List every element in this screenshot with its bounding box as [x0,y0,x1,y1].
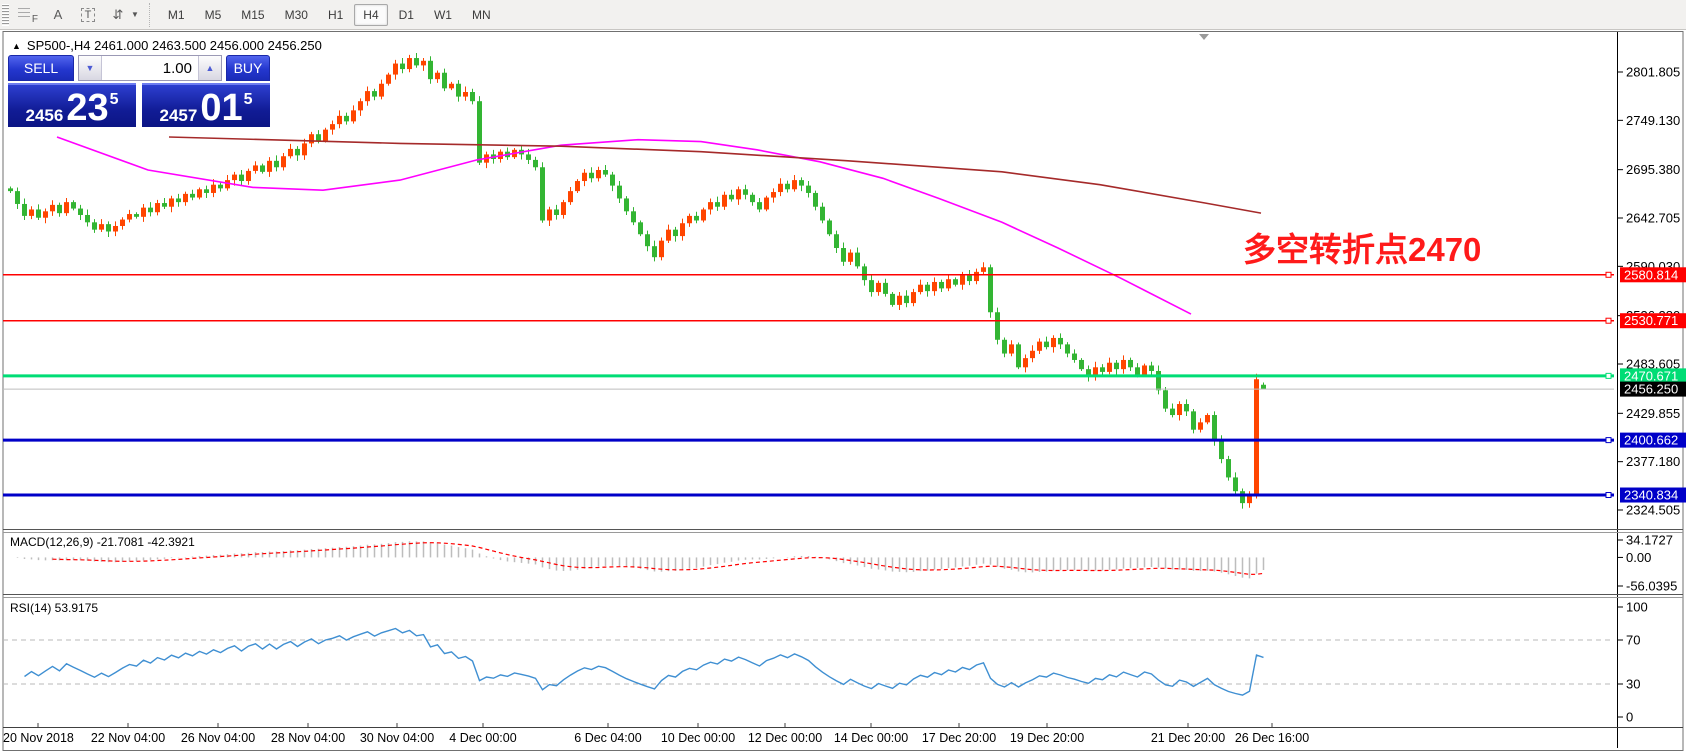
cycle-arrows-icon[interactable]: ⇵ [105,2,131,28]
svg-text:4 Dec 00:00: 4 Dec 00:00 [449,731,516,745]
svg-text:0.00: 0.00 [1626,550,1651,565]
timeframe-button-MN[interactable]: MN [463,4,500,26]
chart-window: 2801.8052749.1302695.3802642.7052590.030… [0,30,1686,753]
timeframe-bar: M1M5M15M30H1H4D1W1MN [149,3,501,27]
svg-text:21 Dec 20:00: 21 Dec 20:00 [1151,731,1225,745]
timeframe-button-W1[interactable]: W1 [425,4,461,26]
chevron-down-icon[interactable]: ▼ [131,10,139,19]
buy-price-display[interactable]: 2457 01 5 [142,83,270,127]
svg-text:34.1727: 34.1727 [1626,533,1673,548]
svg-text:17 Dec 20:00: 17 Dec 20:00 [922,731,996,745]
svg-text:10 Dec 00:00: 10 Dec 00:00 [661,731,735,745]
svg-text:2340.834: 2340.834 [1624,488,1678,503]
svg-text:2429.855: 2429.855 [1626,406,1680,421]
chart-text-annotation: 多空转折点2470 [1243,223,1481,271]
volume-increase-button[interactable]: ▲ [198,56,221,80]
svg-text:2749.130: 2749.130 [1626,113,1680,128]
svg-text:20 Nov 2018: 20 Nov 2018 [3,731,74,745]
top-toolbar: F A T ⇵ ▼ M1M5M15M30H1H4D1W1MN [0,0,1686,30]
svg-text:2580.814: 2580.814 [1624,267,1678,282]
timeframe-button-M15[interactable]: M15 [232,4,273,26]
sell-button[interactable]: SELL [8,55,74,81]
timeframe-button-M30[interactable]: M30 [276,4,317,26]
sell-price-display[interactable]: 2456 23 5 [8,83,136,127]
text-box-icon[interactable]: T [75,2,101,28]
svg-text:6 Dec 04:00: 6 Dec 04:00 [574,731,641,745]
collapse-triangle-icon[interactable]: ▲ [12,41,21,51]
buy-button[interactable]: BUY [226,55,270,81]
quotes-grid-icon[interactable]: F [17,3,41,27]
volume-stepper: ▼ ▲ [78,55,222,81]
timeframe-button-M5[interactable]: M5 [196,4,231,26]
svg-text:14 Dec 00:00: 14 Dec 00:00 [834,731,908,745]
timeframe-button-D1[interactable]: D1 [390,4,423,26]
toolbar-grip[interactable] [2,4,9,26]
timeframe-button-H4[interactable]: H4 [354,4,387,26]
svg-text:2695.380: 2695.380 [1626,162,1680,177]
svg-text:30: 30 [1626,677,1640,692]
svg-text:-56.0395: -56.0395 [1626,579,1677,594]
svg-text:26 Dec 16:00: 26 Dec 16:00 [1235,731,1309,745]
svg-text:12 Dec 00:00: 12 Dec 00:00 [748,731,822,745]
symbol-ohlc-text: SP500-,H4 2461.000 2463.500 2456.000 245… [27,38,322,53]
volume-decrease-button[interactable]: ▼ [79,56,102,80]
price-chart-canvas[interactable]: 2801.8052749.1302695.3802642.7052590.030… [0,30,1686,753]
svg-text:2801.805: 2801.805 [1626,65,1680,80]
svg-text:70: 70 [1626,633,1640,648]
sell-price-fraction: 5 [110,92,119,108]
svg-text:30 Nov 04:00: 30 Nov 04:00 [360,731,434,745]
svg-text:2642.705: 2642.705 [1626,211,1680,226]
svg-text:26 Nov 04:00: 26 Nov 04:00 [181,731,255,745]
symbol-header: ▲ SP500-,H4 2461.000 2463.500 2456.000 2… [12,38,322,53]
svg-text:2456.250: 2456.250 [1624,382,1678,397]
svg-text:28 Nov 04:00: 28 Nov 04:00 [271,731,345,745]
sell-price-pips: 23 [66,93,108,124]
svg-text:2400.662: 2400.662 [1624,433,1678,448]
svg-text:0: 0 [1626,710,1633,725]
buy-price-handle: 2457 [159,107,197,124]
timeframe-button-M1[interactable]: M1 [159,4,194,26]
svg-text:2324.505: 2324.505 [1626,503,1680,518]
svg-text:100: 100 [1626,600,1648,615]
one-click-trading-panel: SELL ▼ ▲ BUY 2456 23 5 2457 01 5 [8,55,270,127]
timeframe-button-H1[interactable]: H1 [319,4,352,26]
svg-text:19 Dec 20:00: 19 Dec 20:00 [1010,731,1084,745]
buy-price-pips: 01 [200,93,242,124]
rsi-indicator-label: RSI(14) 53.9175 [10,601,98,615]
sell-price-handle: 2456 [25,107,63,124]
svg-text:22 Nov 04:00: 22 Nov 04:00 [91,731,165,745]
svg-text:2377.180: 2377.180 [1626,454,1680,469]
svg-text:2530.771: 2530.771 [1624,313,1678,328]
buy-price-fraction: 5 [244,92,253,108]
text-label-icon[interactable]: A [45,2,71,28]
macd-indicator-label: MACD(12,26,9) -21.7081 -42.3921 [10,535,195,549]
volume-input[interactable] [102,56,198,80]
